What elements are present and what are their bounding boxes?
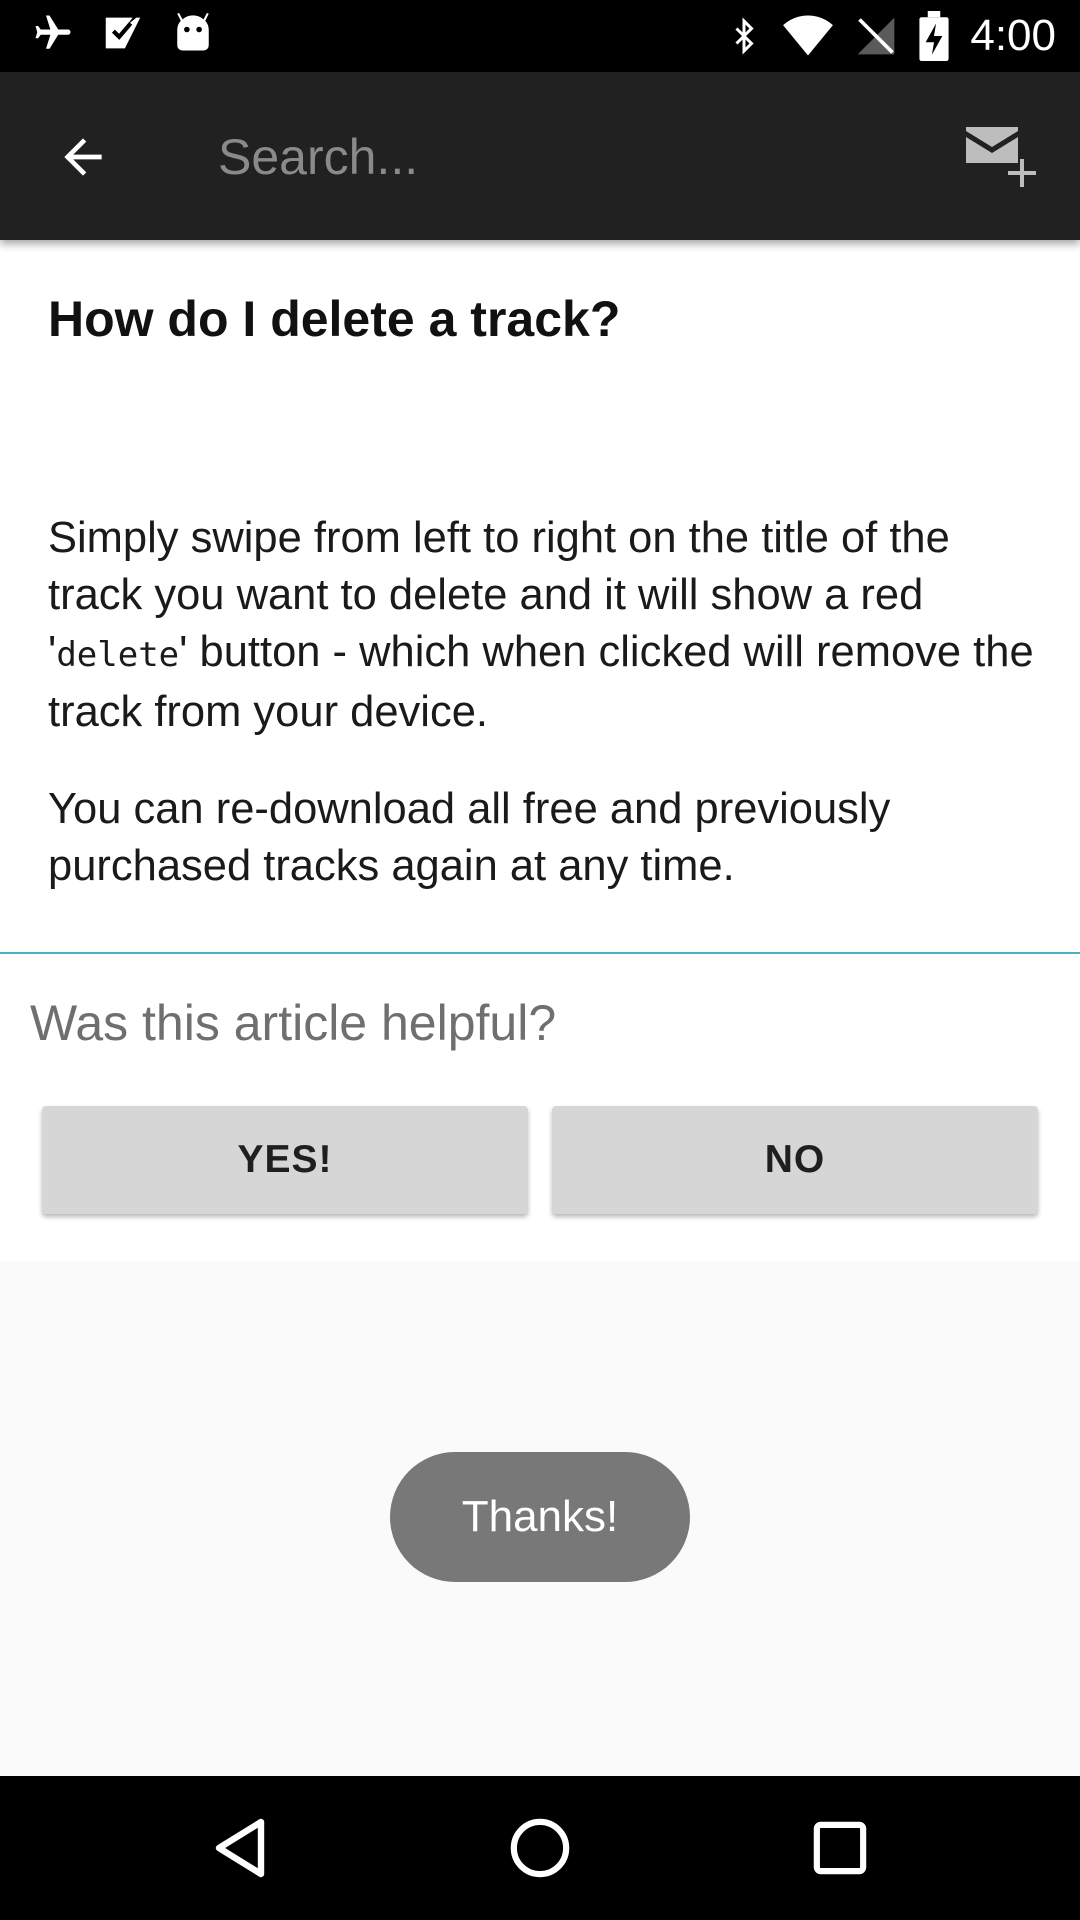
battery-charging-icon — [918, 11, 950, 61]
no-signal-icon — [854, 14, 898, 58]
status-left-icons — [32, 10, 214, 56]
article-title: How do I delete a track? — [48, 291, 621, 347]
nav-home-button[interactable] — [495, 1803, 585, 1893]
airplane-mode-icon — [32, 12, 74, 54]
screen: 4:00 How do I delete a track? Simply swi… — [0, 0, 1080, 1920]
arrow-back-icon — [64, 138, 102, 176]
status-right-icons: 4:00 — [726, 10, 1056, 62]
feedback-question: Was this article helpful? — [30, 995, 557, 1051]
article-body: Simply swipe from left to right on the t… — [48, 510, 1038, 935]
new-message-icon — [966, 127, 1036, 187]
back-button[interactable] — [38, 112, 128, 202]
search-input[interactable] — [216, 112, 920, 202]
paragraph-text: ' button - which when clicked will remov… — [48, 628, 1034, 736]
nav-back-button[interactable] — [196, 1803, 286, 1893]
article-paragraph: You can re-download all free and previou… — [48, 785, 891, 890]
navigation-bar — [0, 1776, 1080, 1920]
bluetooth-icon — [726, 12, 762, 60]
article: How do I delete a track? Simply swipe fr… — [0, 240, 1080, 953]
wifi-icon — [782, 14, 834, 58]
inline-code: delete — [56, 635, 180, 675]
yes-button[interactable]: YES! — [42, 1106, 528, 1214]
nav-home-icon — [510, 1818, 570, 1878]
feedback-section: Was this article helpful? YES! NO — [0, 954, 1080, 1262]
android-debug-icon — [172, 10, 214, 56]
nav-recents-icon — [813, 1821, 867, 1875]
nav-back-icon — [215, 1818, 265, 1878]
search-toolbar — [0, 72, 1080, 240]
article-paragraph: Simply swipe from left to right on the t… — [48, 510, 1038, 741]
nav-recents-button[interactable] — [795, 1803, 885, 1893]
new-message-button[interactable] — [962, 122, 1052, 212]
toast-message: Thanks! — [390, 1452, 690, 1582]
status-bar: 4:00 — [0, 0, 1080, 72]
status-time: 4:00 — [970, 11, 1056, 60]
download-check-icon — [100, 10, 146, 56]
no-button[interactable]: NO — [552, 1106, 1038, 1214]
